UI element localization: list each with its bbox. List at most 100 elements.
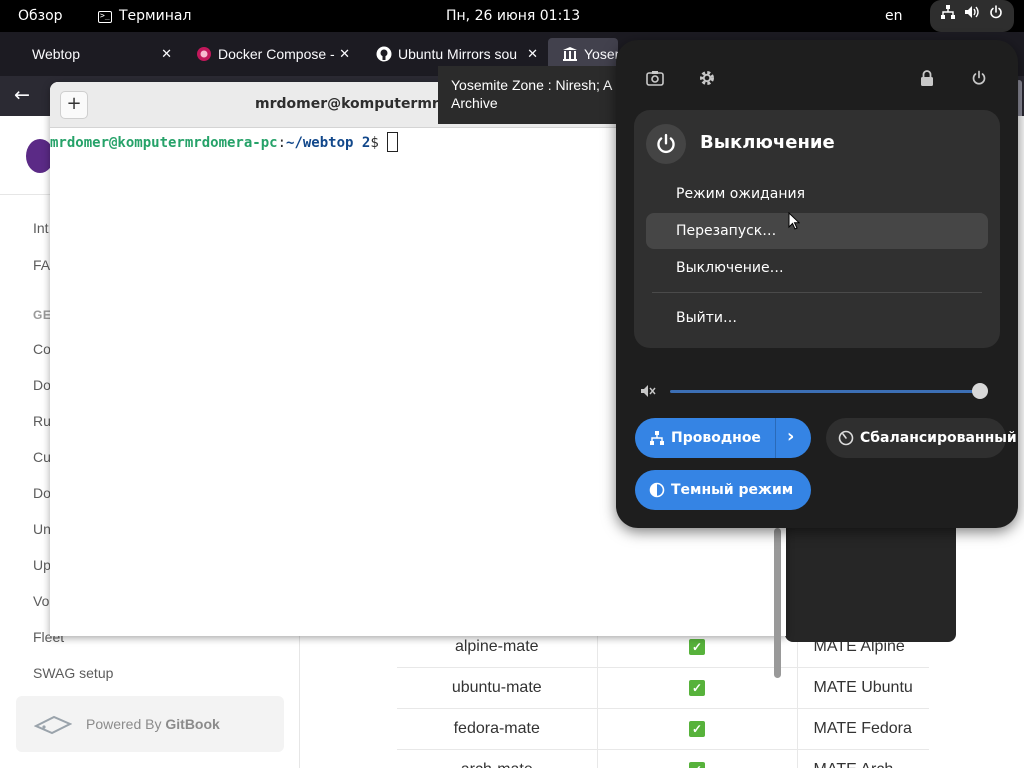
archive-favicon-icon — [563, 47, 577, 61]
power-mode-label: Сбалансированный — [860, 430, 1017, 446]
settings-button[interactable] — [689, 60, 725, 96]
sidebar-item[interactable]: SWAG setup — [33, 665, 113, 681]
power-icon — [657, 133, 675, 153]
back-arrow-icon[interactable]: ← — [14, 84, 30, 106]
tab-label: Yosemi — [584, 46, 618, 62]
sidebar-item[interactable]: Up — [33, 557, 51, 573]
table-cell: MATE Arch — [797, 749, 929, 768]
restart-menu-item[interactable]: Перезапуск… — [646, 213, 988, 249]
system-menu-button[interactable] — [930, 0, 1014, 32]
divider — [775, 418, 776, 458]
clock[interactable]: Пн, 26 июня 01:13 — [446, 0, 580, 32]
power-off-menu-item[interactable]: Выключение… — [646, 250, 988, 286]
volume-slider[interactable] — [670, 390, 980, 393]
powered-brand: GitBook — [165, 716, 220, 732]
keyboard-layout-indicator[interactable]: en — [885, 0, 903, 32]
volume-muted-icon[interactable] — [640, 383, 656, 402]
sidebar-item[interactable]: Do — [33, 485, 51, 501]
powered-by-gitbook[interactable]: Powered By GitBook — [16, 696, 284, 752]
tooltip-line: Yosemite Zone : Niresh; A — [451, 77, 613, 93]
dark-mode-toggle[interactable]: Темный режим — [635, 470, 811, 510]
app-menu-label: Терминал — [119, 8, 192, 24]
checkmark-icon: ✓ — [689, 680, 705, 696]
tab-docker-compose[interactable]: Docker Compose - ✕ — [182, 38, 358, 70]
close-icon[interactable]: ✕ — [339, 46, 350, 62]
suspend-menu-item[interactable]: Режим ожидания — [646, 176, 988, 212]
terminal-prompt: mrdomer@komputermrdomera-pc:~/webtop 2$ — [50, 132, 398, 152]
table-cell: ubuntu-mate — [397, 667, 598, 709]
table-cell: fedora-mate — [397, 708, 598, 750]
sidebar-item[interactable]: Do — [33, 377, 51, 393]
powered-prefix: Powered By — [86, 716, 166, 732]
lock-screen-button[interactable] — [909, 60, 945, 96]
sidebar-item[interactable]: FA — [33, 257, 50, 273]
power-mode-toggle[interactable]: Сбалансированный — [826, 418, 1017, 458]
text-cursor — [386, 132, 398, 152]
dark-mode-label: Темный режим — [671, 482, 794, 498]
network-wired-icon — [940, 0, 955, 32]
table-row: ubuntu-mate ✓ MATE Ubuntu — [397, 667, 929, 709]
tab-webtop[interactable]: Webtop ✕ — [18, 38, 180, 70]
prompt-dollar: $ — [370, 135, 379, 151]
sidebar-item[interactable]: Cu — [33, 449, 51, 465]
chevron-right-icon[interactable]: › — [787, 426, 794, 447]
table-cell: MATE Fedora — [797, 708, 929, 750]
quick-settings-menu: Выключение Режим ожидания Перезапуск… Вы… — [616, 40, 1018, 528]
tab-label: Docker Compose - — [218, 46, 335, 62]
checkmark-icon: ✓ — [689, 721, 705, 737]
log-out-menu-item[interactable]: Выйти… — [646, 300, 988, 336]
close-icon[interactable]: ✕ — [161, 46, 172, 62]
docker-favicon-icon — [197, 47, 211, 61]
table-row: arch-mate ✓ MATE Arch — [397, 749, 929, 768]
top-bar: Обзор >_ Терминал Пн, 26 июня 01:13 en — [0, 0, 1024, 32]
dark-mode-icon — [649, 482, 665, 498]
volume-slider-handle[interactable] — [971, 383, 988, 399]
powered-by-text: Powered By GitBook — [86, 716, 220, 732]
table-cell: ✓ — [597, 708, 798, 750]
app-menu[interactable]: >_ Терминал — [98, 0, 191, 32]
table-cell: ✓ — [597, 749, 798, 768]
tab-label: Webtop — [32, 46, 80, 62]
activities-button[interactable]: Обзор — [18, 0, 63, 32]
power-icon — [989, 0, 1003, 32]
sidebar-section-heading: GE — [33, 308, 52, 322]
sidebar-item[interactable]: Int — [33, 220, 49, 236]
sidebar-item[interactable]: Co — [33, 341, 51, 357]
terminal-icon: >_ — [98, 10, 112, 23]
speedometer-icon — [838, 430, 854, 446]
sidebar-item[interactable]: Vo — [33, 593, 49, 609]
power-icon — [972, 70, 986, 85]
tab-tooltip: Yosemite Zone : Niresh; A Archive — [438, 66, 628, 124]
network-wired-icon — [649, 431, 665, 445]
prompt-user: mrdomer@komputermrdomera-pc — [50, 135, 278, 151]
camera-icon — [646, 71, 664, 86]
wired-network-toggle[interactable]: Проводное › — [635, 418, 811, 458]
lock-icon — [921, 70, 933, 86]
divider — [652, 292, 982, 293]
volume-icon — [964, 0, 980, 32]
tooltip-line: Archive — [451, 95, 498, 111]
power-off-title: Выключение — [700, 132, 835, 153]
flavors-table: alpine-mate ✓ MATE Alpine ubuntu-mate ✓ … — [397, 626, 929, 768]
terminal-scrollbar[interactable] — [774, 528, 781, 678]
sidebar-item[interactable]: Un — [33, 521, 51, 537]
table-cell: arch-mate — [397, 749, 598, 768]
gitbook-icon — [34, 715, 72, 735]
checkmark-icon: ✓ — [689, 762, 705, 768]
checkmark-icon: ✓ — [689, 639, 705, 655]
screenshot-button[interactable] — [637, 60, 673, 96]
power-off-menu: Выключение Режим ожидания Перезапуск… Вы… — [634, 110, 1000, 348]
wired-network-label: Проводное — [671, 430, 761, 446]
sidebar-item[interactable]: Ru — [33, 413, 51, 429]
table-cell: MATE Ubuntu — [797, 667, 929, 709]
new-tab-button[interactable]: + — [60, 91, 88, 119]
gear-icon — [700, 71, 714, 85]
power-menu-button[interactable] — [961, 60, 997, 96]
github-icon — [376, 46, 392, 62]
table-row: fedora-mate ✓ MATE Fedora — [397, 708, 929, 750]
table-cell: ✓ — [597, 667, 798, 709]
background-window — [785, 525, 956, 642]
mouse-pointer-icon — [788, 212, 800, 230]
prompt-colon: : — [277, 135, 287, 151]
close-icon[interactable]: ✕ — [527, 46, 538, 62]
